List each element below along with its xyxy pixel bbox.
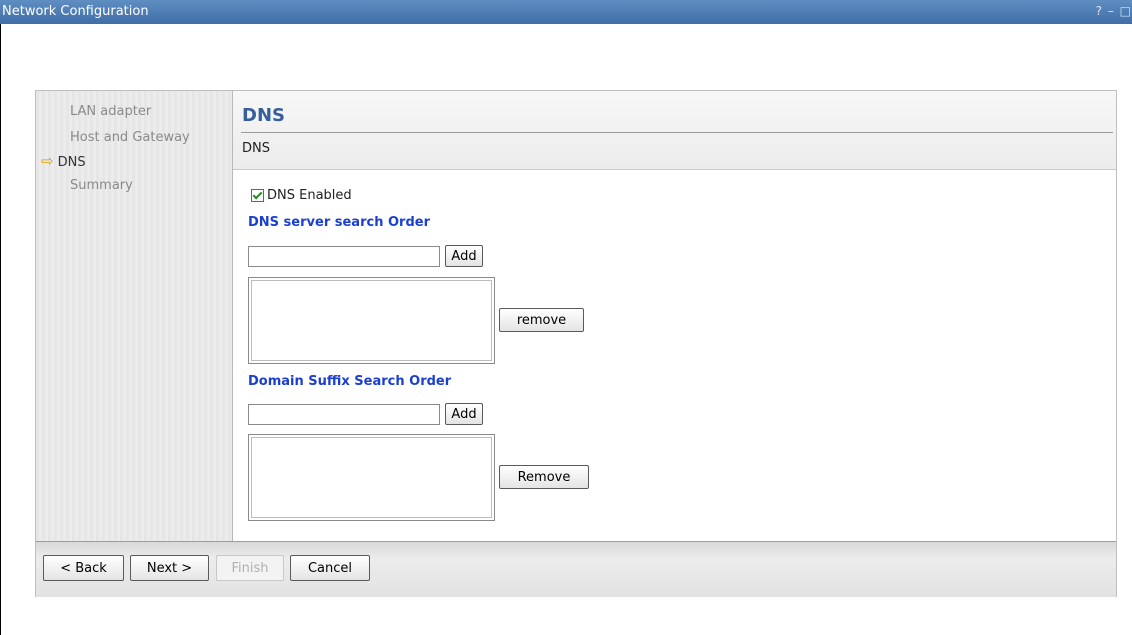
- domain-suffix-input[interactable]: [248, 404, 440, 425]
- header-divider: [241, 132, 1113, 133]
- finish-button[interactable]: Finish: [216, 555, 284, 581]
- dns-server-section-label: DNS server search Order: [248, 215, 430, 230]
- window-controls[interactable]: ? – □: [1096, 4, 1132, 18]
- dns-server-list[interactable]: [248, 277, 495, 364]
- step-host-and-gateway: Host and Gateway: [70, 130, 190, 145]
- back-button[interactable]: < Back: [43, 555, 124, 581]
- wizard-content: DNS DNS DNS Enabled DNS server search Or…: [233, 91, 1116, 541]
- page-subtitle: DNS: [242, 141, 270, 156]
- domain-suffix-section-label: Domain Suffix Search Order: [248, 374, 452, 389]
- page-title: DNS: [242, 105, 285, 126]
- window-left-border: [0, 24, 1, 635]
- cancel-button[interactable]: Cancel: [290, 555, 370, 581]
- window-titlebar: Network Configuration ? – □: [0, 0, 1132, 24]
- page-header: DNS DNS: [233, 91, 1116, 170]
- next-button[interactable]: Next >: [130, 555, 209, 581]
- dns-enabled-checkbox[interactable]: DNS Enabled: [251, 188, 352, 203]
- step-lan-adapter: LAN adapter: [70, 104, 152, 119]
- wizard-steps-sidebar: LAN adapter Host and Gateway ⇨ DNS Summar…: [36, 91, 233, 541]
- step-summary: Summary: [70, 178, 133, 193]
- dns-server-remove-button[interactable]: remove: [499, 308, 584, 332]
- arrow-right-icon: ⇨: [41, 152, 54, 170]
- domain-suffix-remove-button[interactable]: Remove: [499, 465, 589, 489]
- domain-suffix-add-button[interactable]: Add: [445, 403, 483, 425]
- step-dns-label: DNS: [57, 155, 86, 170]
- dns-server-input[interactable]: [248, 246, 440, 267]
- window-title: Network Configuration: [2, 4, 149, 19]
- checkmark-icon[interactable]: [251, 189, 264, 202]
- dns-enabled-label: DNS Enabled: [267, 188, 352, 203]
- wizard-panel: LAN adapter Host and Gateway ⇨ DNS Summar…: [35, 90, 1117, 597]
- step-dns: ⇨ DNS: [41, 152, 86, 172]
- wizard-footer: < Back Next > Finish Cancel: [36, 541, 1116, 597]
- dns-server-add-button[interactable]: Add: [445, 245, 483, 267]
- domain-suffix-list[interactable]: [248, 434, 495, 521]
